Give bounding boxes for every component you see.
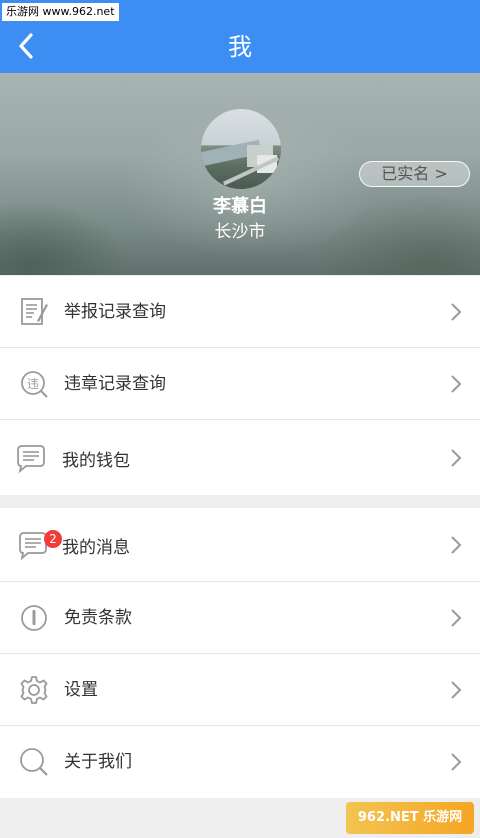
watermark-logo: 962.NET 乐游网 — [346, 802, 474, 834]
menu-label: 我的消息 — [62, 538, 130, 558]
menu-item-violation-records[interactable]: 违 违章记录查询 — [0, 348, 480, 420]
page-title: 我 — [228, 33, 252, 61]
menu-label: 举报记录查询 — [64, 302, 166, 322]
verified-badge-button[interactable]: 已实名 > — [359, 161, 470, 187]
watermark-label: 乐游网 www.962.net — [2, 3, 119, 21]
menu-label: 关于我们 — [64, 752, 132, 772]
chevron-right-icon — [451, 681, 462, 699]
user-city: 长沙市 — [214, 222, 266, 242]
chevron-right-icon — [451, 448, 462, 467]
user-name: 李慕白 — [213, 196, 267, 217]
chevron-right-icon — [451, 753, 462, 771]
profile-header: 已实名 > 李慕白 长沙市 — [0, 73, 480, 275]
menu-item-messages[interactable]: 2 我的消息 — [0, 508, 480, 582]
violation-search-icon: 违 — [21, 371, 48, 398]
chevron-right-icon — [451, 303, 462, 321]
report-document-icon — [21, 298, 48, 325]
message-icon — [19, 532, 47, 561]
menu-item-disclaimer[interactable]: 免责条款 — [0, 582, 480, 654]
menu-label: 免责条款 — [64, 608, 132, 628]
wallet-chat-icon — [17, 444, 45, 473]
menu-label: 设置 — [64, 680, 98, 700]
chevron-right-icon — [451, 536, 462, 554]
chevron-right-icon — [451, 609, 462, 627]
menu-label: 违章记录查询 — [64, 374, 166, 394]
search-icon — [20, 748, 48, 776]
menu-item-settings[interactable]: 设置 — [0, 654, 480, 726]
chevron-right-icon — [451, 375, 462, 393]
svg-text:违: 违 — [27, 377, 39, 391]
menu-item-wallet[interactable]: 我的钱包 — [0, 420, 480, 495]
menu-item-about-us[interactable]: 关于我们 — [0, 726, 480, 798]
nav-bar: 我 — [0, 22, 480, 73]
bottom-spacer: 962.NET 乐游网 — [0, 798, 480, 838]
info-icon — [21, 605, 47, 631]
gear-icon — [20, 676, 48, 704]
status-bar: 乐游网 www.962.net — [0, 0, 480, 22]
avatar[interactable] — [201, 109, 281, 189]
menu-label: 我的钱包 — [62, 451, 130, 471]
menu-item-report-records[interactable]: 举报记录查询 — [0, 276, 480, 348]
unread-count-badge: 2 — [44, 530, 62, 548]
